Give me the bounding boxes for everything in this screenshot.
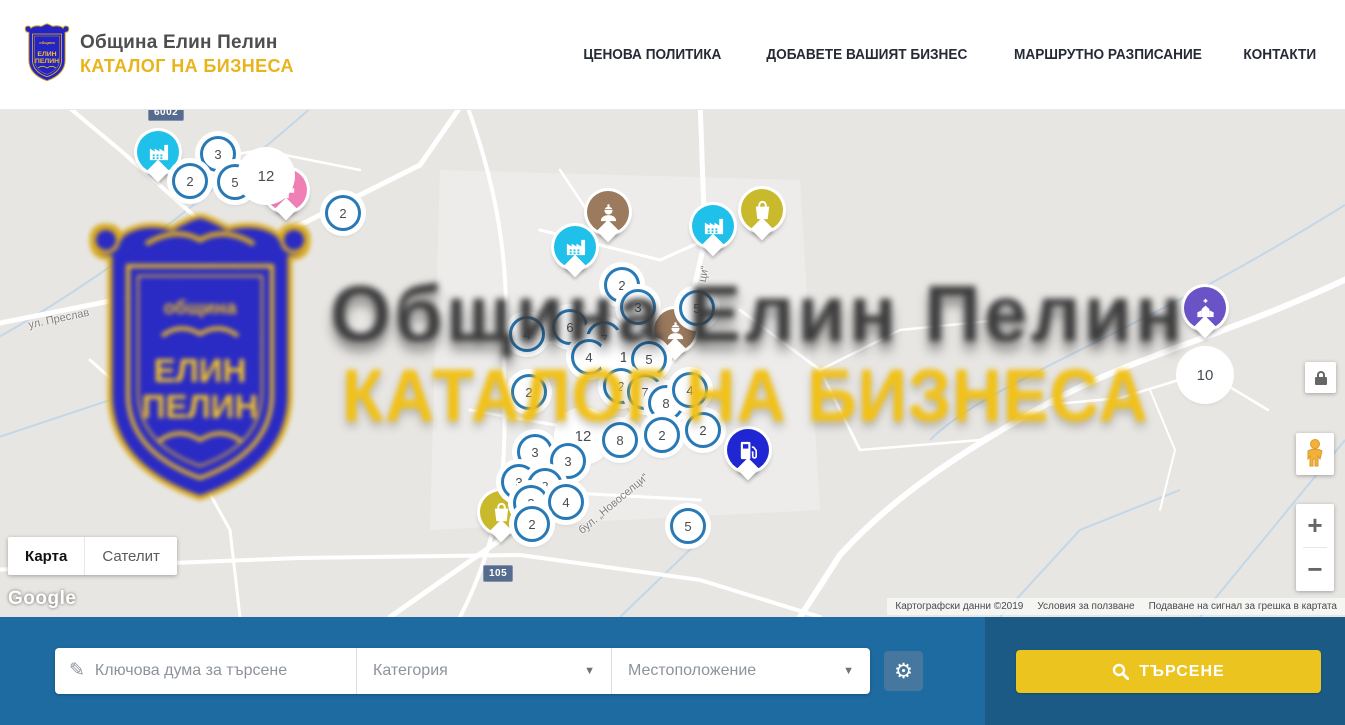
map-pin-factory[interactable] (692, 205, 734, 247)
cluster-marker[interactable]: 12 (243, 153, 289, 199)
cluster-marker[interactable]: 5 (631, 341, 667, 377)
factory-icon (564, 236, 587, 259)
cluster-marker[interactable]: 2 (511, 374, 547, 410)
cluster-marker[interactable]: 2 (514, 506, 550, 542)
site-title: Община Елин Пелин (80, 31, 294, 55)
road-badge: 6002 (148, 110, 184, 121)
zoom-in-button[interactable]: + (1296, 504, 1334, 547)
cluster-marker[interactable]: 4 (548, 484, 584, 520)
chevron-down-icon: ▼ (584, 665, 595, 677)
bag-icon (490, 501, 513, 524)
nav-item-contacts[interactable]: КОНТАКТИ (1244, 47, 1317, 63)
map-pin-worker[interactable] (587, 191, 629, 233)
nav-item-pricing[interactable]: ЦЕНОВА ПОЛИТИКА (583, 47, 721, 63)
map-type-switcher: Карта Сателит (8, 537, 177, 575)
keyword-section: ✎ (55, 648, 357, 694)
site-logo[interactable]: община ЕЛИН ПЕЛИН Община Елин Пелин КАТА… (24, 23, 294, 87)
pegman-control[interactable] (1296, 433, 1334, 475)
municipality-shield-icon: община ЕЛИН ПЕЛИН (24, 23, 70, 87)
svg-text:община: община (39, 40, 55, 45)
svg-text:ПЕЛИН: ПЕЛИН (35, 58, 59, 65)
attribution-copyright: Картографски данни ©2019 (895, 601, 1023, 612)
site-subtitle: КАТАЛОГ НА БИЗНЕСА (80, 55, 294, 78)
worker-icon (597, 201, 620, 224)
lock-control[interactable] (1305, 362, 1336, 393)
report-error-link[interactable]: Подаване на сигнал за грешка в картата (1149, 601, 1337, 612)
cluster-marker[interactable]: 4 (509, 316, 545, 352)
factory-icon (702, 215, 725, 238)
map-attribution: Картографски данни ©2019 Условия за полз… (887, 598, 1345, 615)
cluster-marker[interactable]: 5 (670, 508, 706, 544)
satellite-view-button[interactable]: Сателит (84, 537, 177, 575)
svg-text:ЕЛИН: ЕЛИН (37, 50, 56, 57)
cluster-marker[interactable]: 8 (602, 422, 638, 458)
terms-link[interactable]: Условия за ползване (1037, 601, 1134, 612)
cluster-marker[interactable]: 3 (620, 289, 656, 325)
keyword-input[interactable] (95, 662, 356, 680)
map-pin-factory[interactable] (137, 131, 179, 173)
fuel-pump-icon (737, 439, 760, 462)
map-pin-fuel-pump[interactable] (727, 429, 769, 471)
chevron-down-icon: ▼ (843, 665, 854, 677)
road-badge: 105 (483, 565, 513, 582)
advanced-settings-button[interactable]: ⚙︎ (884, 651, 923, 691)
worker-icon (664, 319, 687, 342)
cluster-marker[interactable]: 5 (679, 290, 715, 326)
pegman-icon (1304, 439, 1326, 469)
map-pin-factory[interactable] (554, 226, 596, 268)
map-canvas[interactable]: 3251222356474135227841282233383425106002… (0, 110, 1345, 617)
category-dropdown-label: Категория (373, 662, 448, 680)
cluster-marker[interactable]: 2 (644, 417, 680, 453)
cluster-marker[interactable]: 4 (571, 339, 607, 375)
zoom-out-button[interactable]: − (1296, 548, 1334, 591)
header: община ЕЛИН ПЕЛИН Община Елин Пелин КАТА… (0, 0, 1345, 110)
map-pin-church[interactable] (1184, 287, 1226, 329)
search-icon (1112, 663, 1129, 680)
map-pin-bag[interactable] (741, 189, 783, 231)
nav-item-route-schedule[interactable]: МАРШРУТНО РАЗПИСАНИЕ (1014, 47, 1202, 63)
zoom-control: + − (1296, 504, 1334, 591)
gear-icon: ⚙︎ (894, 661, 913, 682)
lock-icon (1314, 370, 1328, 386)
search-bar: ✎ Категория ▼ Местоположение ▼ (55, 648, 870, 694)
cluster-marker[interactable]: 2 (172, 163, 208, 199)
church-icon (1194, 297, 1217, 320)
search-panel: ✎ Категория ▼ Местоположение ▼ ⚙︎ ТЪРСЕН… (0, 617, 1345, 725)
category-dropdown[interactable]: Категория ▼ (357, 648, 612, 694)
cluster-marker[interactable]: 10 (1182, 352, 1228, 398)
main-nav: ЦЕНОВА ПОЛИТИКА ДОБАВЕТЕ ВАШИЯТ БИЗНЕС М… (579, 47, 1319, 63)
cluster-marker[interactable]: 2 (685, 412, 721, 448)
bag-icon (751, 199, 774, 222)
google-logo[interactable]: Google (8, 588, 76, 610)
location-dropdown[interactable]: Местоположение ▼ (612, 648, 870, 694)
nav-item-add-business[interactable]: ДОБАВЕТЕ ВАШИЯТ БИЗНЕС (766, 47, 967, 63)
cluster-marker[interactable]: 4 (672, 372, 708, 408)
factory-icon (147, 141, 170, 164)
location-dropdown-label: Местоположение (628, 662, 756, 680)
search-button-label: ТЪРСЕНЕ (1139, 663, 1224, 681)
cluster-marker[interactable]: 2 (325, 195, 361, 231)
map-view-button[interactable]: Карта (8, 537, 84, 575)
pencil-icon: ✎ (69, 659, 85, 682)
search-button[interactable]: ТЪРСЕНЕ (1016, 650, 1321, 693)
